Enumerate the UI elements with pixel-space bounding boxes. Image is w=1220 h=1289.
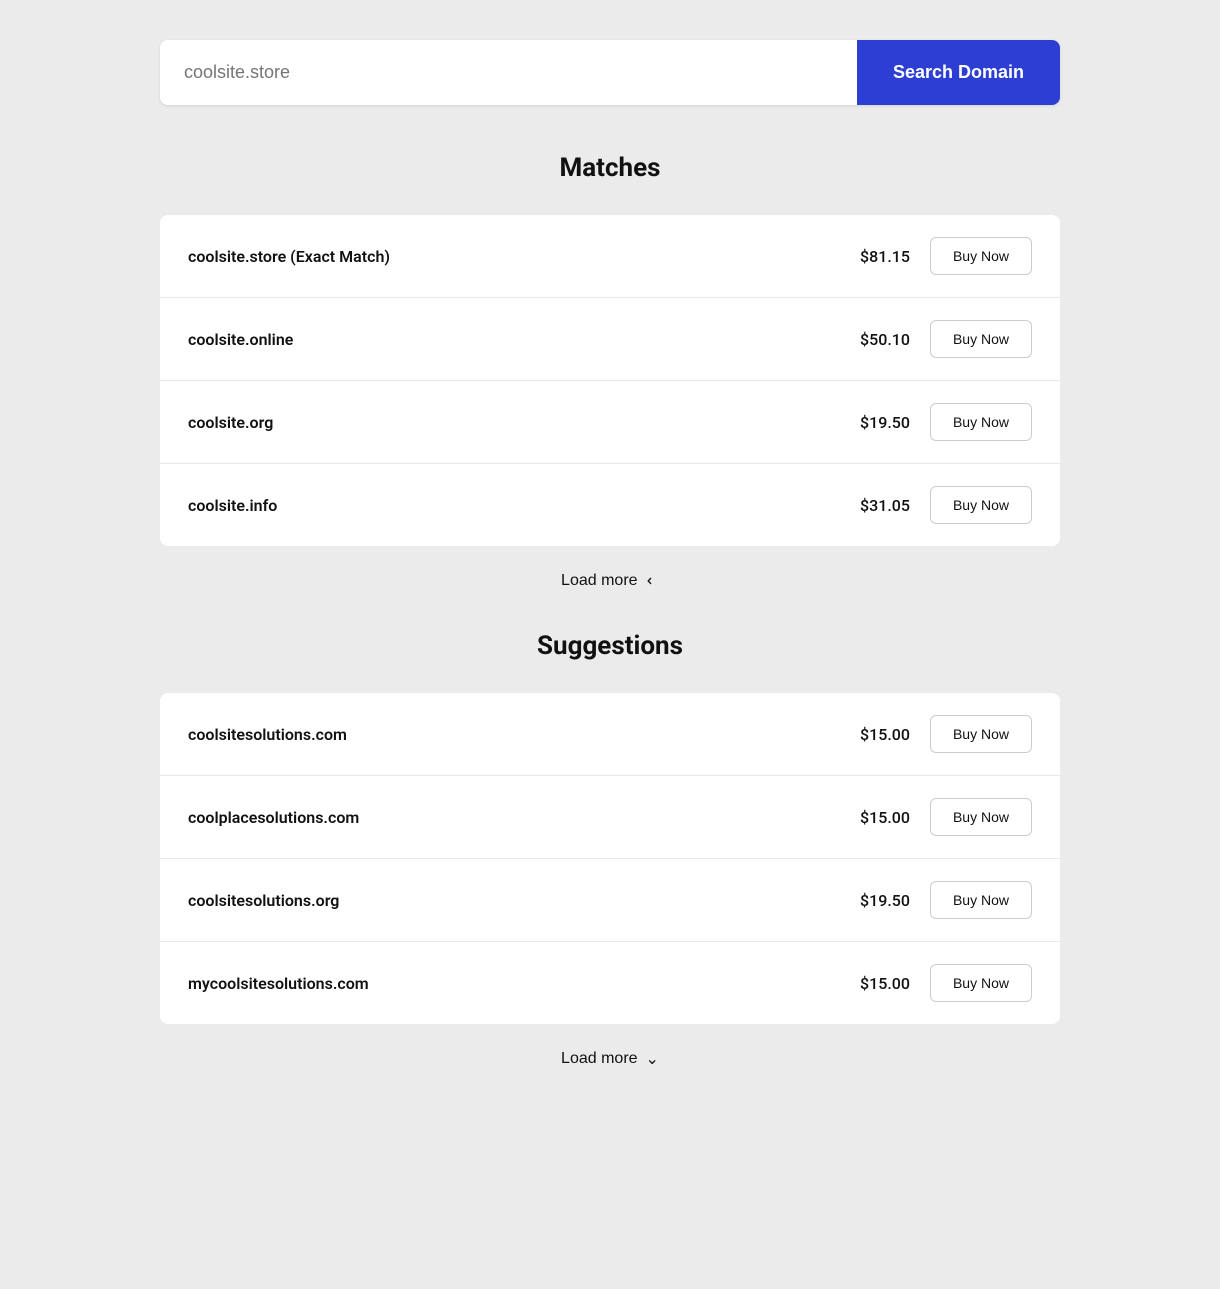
search-domain-button[interactable]: Search Domain [857,40,1060,105]
suggestions-load-more-label: Load more [561,1050,638,1068]
domain-name: coolsite.info [188,496,277,515]
domain-name: mycoolsitesolutions.com [188,974,369,993]
table-row: coolsite.store (Exact Match) $81.15 Buy … [160,215,1060,298]
domain-price: $81.15 [840,247,910,266]
domain-price: $19.50 [840,891,910,910]
domain-name: coolplacesolutions.com [188,808,359,827]
suggestions-results: coolsitesolutions.com $15.00 Buy Now coo… [160,693,1060,1024]
chevron-down-icon: ⌄ [642,574,662,587]
table-row: coolsitesolutions.com $15.00 Buy Now [160,693,1060,776]
domain-name: coolsite.store (Exact Match) [188,247,390,266]
suggestions-load-more-button[interactable]: Load more ⌄ [561,1049,659,1069]
suggestions-load-more-container: Load more ⌄ [160,1048,1060,1069]
search-input[interactable] [160,40,857,105]
page-container: Search Domain Matches coolsite.store (Ex… [160,40,1060,1249]
matches-load-more-label: Load more [561,572,638,590]
domain-right: $50.10 Buy Now [840,320,1032,358]
buy-now-button[interactable]: Buy Now [930,320,1032,358]
domain-right: $15.00 Buy Now [840,715,1032,753]
search-bar: Search Domain [160,40,1060,105]
domain-right: $19.50 Buy Now [840,881,1032,919]
domain-price: $19.50 [840,413,910,432]
domain-name: coolsite.online [188,330,293,349]
buy-now-button[interactable]: Buy Now [930,881,1032,919]
matches-results: coolsite.store (Exact Match) $81.15 Buy … [160,215,1060,546]
buy-now-button[interactable]: Buy Now [930,715,1032,753]
domain-right: $15.00 Buy Now [840,798,1032,836]
domain-right: $15.00 Buy Now [840,964,1032,1002]
domain-name: coolsitesolutions.org [188,891,339,910]
domain-right: $31.05 Buy Now [840,486,1032,524]
domain-price: $50.10 [840,330,910,349]
chevron-down-icon: ⌄ [646,1049,659,1069]
table-row: coolsitesolutions.org $19.50 Buy Now [160,859,1060,942]
matches-load-more-container: Load more ⌄ [160,570,1060,591]
buy-now-button[interactable]: Buy Now [930,403,1032,441]
domain-price: $15.00 [840,725,910,744]
table-row: coolsite.online $50.10 Buy Now [160,298,1060,381]
table-row: coolsite.org $19.50 Buy Now [160,381,1060,464]
domain-right: $81.15 Buy Now [840,237,1032,275]
domain-price: $15.00 [840,808,910,827]
buy-now-button[interactable]: Buy Now [930,798,1032,836]
buy-now-button[interactable]: Buy Now [930,964,1032,1002]
matches-title: Matches [160,153,1060,183]
buy-now-button[interactable]: Buy Now [930,486,1032,524]
table-row: coolsite.info $31.05 Buy Now [160,464,1060,546]
domain-name: coolsite.org [188,413,273,432]
domain-name: coolsitesolutions.com [188,725,347,744]
domain-right: $19.50 Buy Now [840,403,1032,441]
suggestions-title: Suggestions [160,631,1060,661]
domain-price: $15.00 [840,974,910,993]
domain-price: $31.05 [840,496,910,515]
table-row: mycoolsitesolutions.com $15.00 Buy Now [160,942,1060,1024]
buy-now-button[interactable]: Buy Now [930,237,1032,275]
table-row: coolplacesolutions.com $15.00 Buy Now [160,776,1060,859]
matches-load-more-button[interactable]: Load more ⌄ [561,571,659,591]
